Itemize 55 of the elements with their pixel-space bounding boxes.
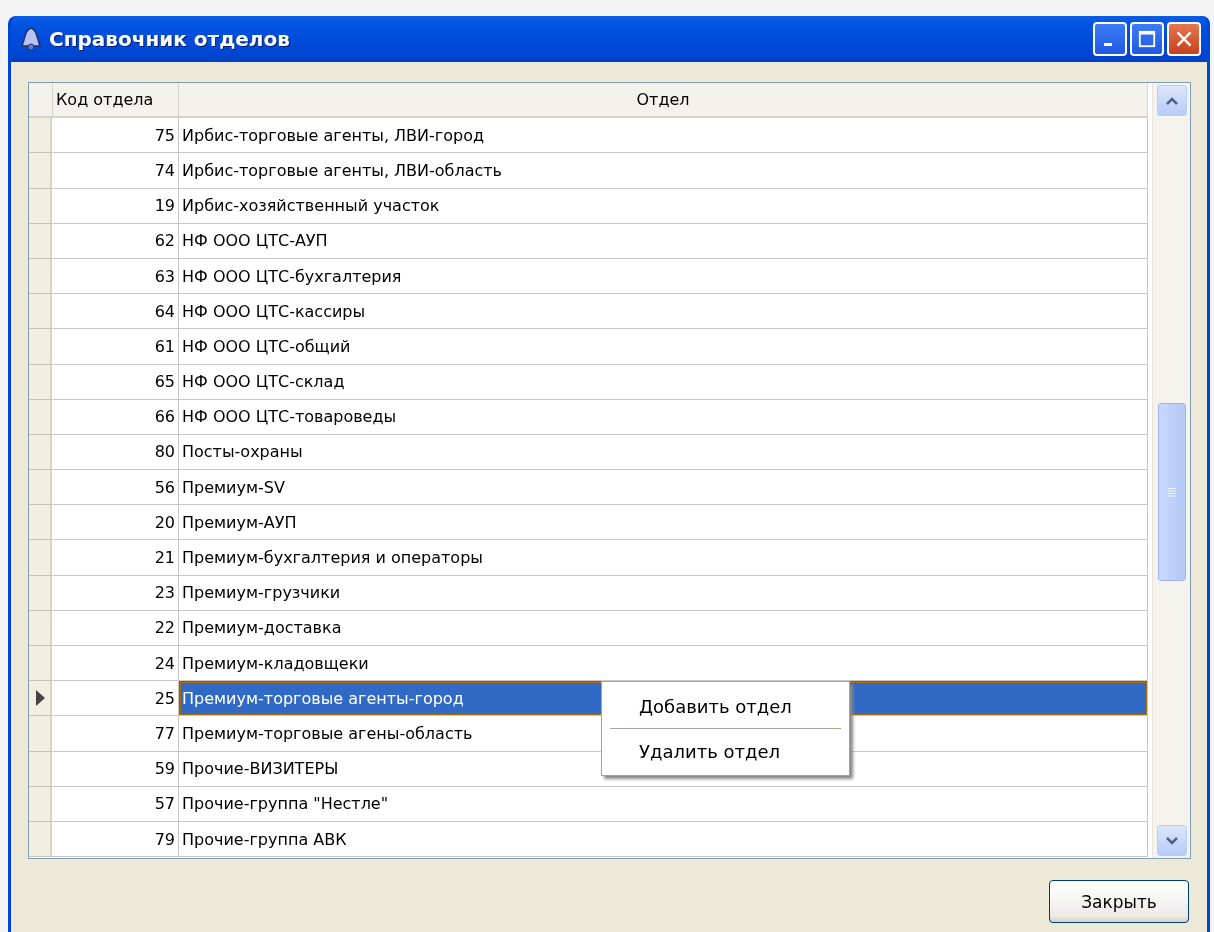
scrollbar-thumb[interactable] (1157, 403, 1186, 581)
bell-icon (19, 26, 43, 52)
table-cell: 64 (53, 294, 179, 330)
table-cell: Премиум-грузчики (179, 575, 1148, 611)
table-cell: Ирбис-торговые агенты, ЛВИ-город (179, 118, 1148, 154)
table-cell: 77 (53, 716, 179, 752)
table-cell: Прочие-группа "Нестле" (179, 786, 1148, 822)
table-cell: Премиум-АУП (179, 505, 1148, 541)
table-cell: НФ ООО ЦТС-склад (179, 364, 1148, 400)
window-title: Справочник отделов (49, 27, 291, 51)
table-cell: Посты-охраны (179, 434, 1148, 471)
table-cell: 74 (53, 153, 179, 189)
table-cell: 65 (53, 364, 179, 400)
maximize-button[interactable] (1130, 22, 1164, 56)
row-header[interactable] (29, 681, 53, 717)
close-button[interactable] (1167, 22, 1201, 56)
table-cell: 23 (53, 575, 179, 611)
table-cell: 57 (53, 786, 179, 822)
table-cell: 56 (53, 470, 179, 506)
caret-down-icon (1164, 835, 1179, 846)
table-cell: 22 (53, 610, 179, 646)
table-cell: НФ ООО ЦТС-кассиры (179, 294, 1148, 330)
table-cell: 66 (53, 399, 179, 435)
close-dialog-button[interactable]: Закрыть (1049, 880, 1189, 923)
scroll-up-button[interactable] (1156, 85, 1187, 116)
table-cell: Премиум-бухгалтерия и операторы (179, 540, 1148, 576)
table-cell: Ирбис-хозяйственный участок (179, 188, 1148, 224)
table-cell: 20 (53, 505, 179, 541)
maximize-icon (1138, 29, 1156, 49)
table-cell: НФ ООО ЦТС-АУП (179, 223, 1148, 259)
table-cell: 63 (53, 258, 179, 295)
table-cell: 62 (53, 223, 179, 259)
table-cell: Ирбис-торговые агенты, ЛВИ-область (179, 153, 1148, 189)
minimize-icon (1103, 42, 1112, 46)
table-cell: НФ ООО ЦТС-общий (179, 329, 1148, 365)
table-cell: 80 (53, 434, 179, 471)
table-cell: Премиум-доставка (179, 610, 1148, 646)
table-cell: 24 (53, 646, 179, 682)
grip-icon (1166, 487, 1177, 497)
column-header[interactable]: Код отдела (53, 83, 179, 119)
table-cell: 21 (53, 540, 179, 576)
table-cell: Прочие-группа АВК (179, 821, 1148, 858)
caret-up-icon (1164, 95, 1179, 106)
table-cell: 59 (53, 751, 179, 787)
table-cell: НФ ООО ЦТС-бухгалтерия (179, 258, 1148, 295)
table-cell: 79 (53, 821, 179, 858)
table-cell: 19 (53, 188, 179, 224)
table-cell: 75 (53, 118, 179, 154)
table-cell: Премиум-SV (179, 470, 1148, 506)
column-header[interactable]: Отдел (179, 83, 1148, 119)
header-corner (29, 83, 53, 119)
scroll-down-button[interactable] (1156, 825, 1187, 856)
table-cell: НФ ООО ЦТС-товароведы (179, 399, 1148, 435)
table-cell: 61 (53, 329, 179, 365)
minimize-button[interactable] (1093, 22, 1127, 56)
